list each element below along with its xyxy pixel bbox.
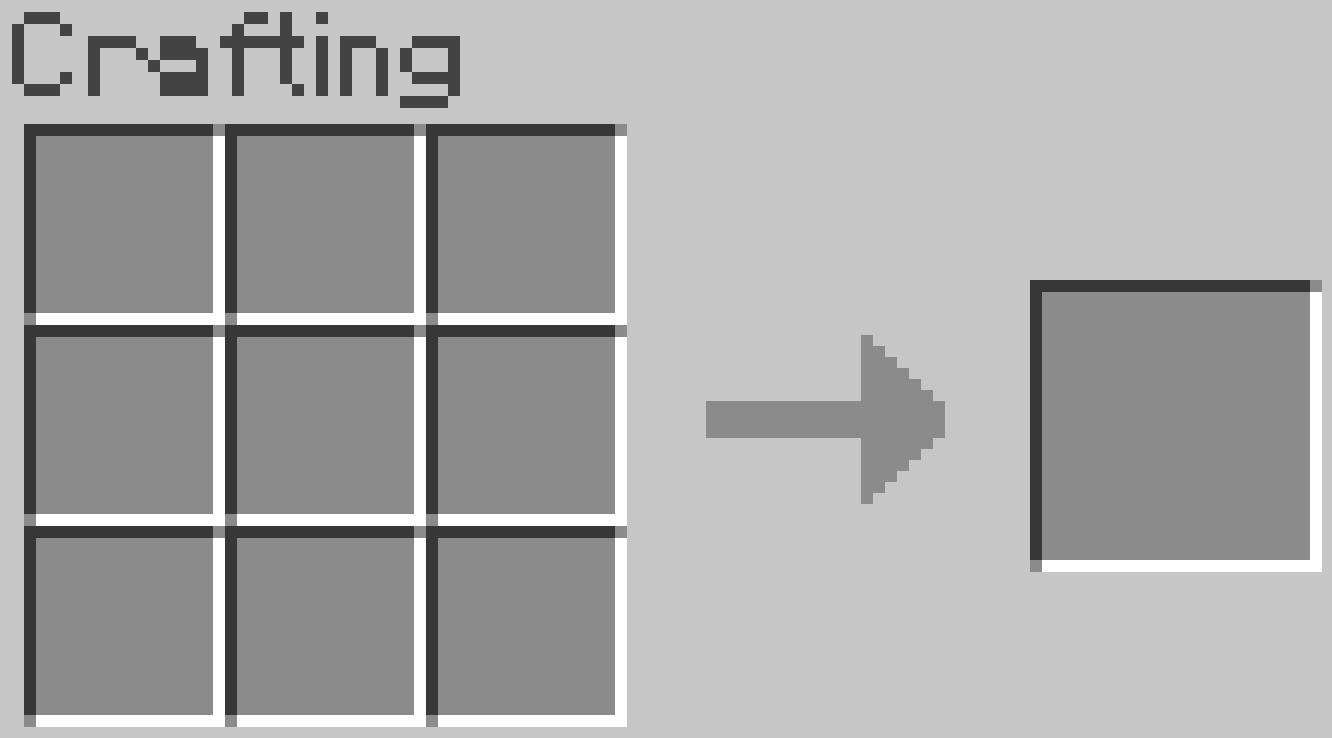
slot-fill <box>438 136 615 313</box>
crafting-slot-2-2[interactable] <box>426 526 627 727</box>
slot-corner-top-right <box>213 325 225 337</box>
slot-bevel-right <box>213 136 225 325</box>
slot-bevel-right <box>213 337 225 526</box>
crafting-slot-1-2[interactable] <box>426 325 627 526</box>
slot-bevel-left <box>24 325 36 514</box>
slot-bevel-top <box>24 325 213 337</box>
slot-corner-top-right <box>1310 280 1322 292</box>
slot-bevel-top <box>225 124 414 136</box>
slot-corner-bottom-left <box>225 715 237 727</box>
crafting-slot-0-1[interactable] <box>225 124 426 325</box>
slot-fill <box>237 538 414 715</box>
slot-corner-bottom-left <box>225 313 237 325</box>
crafting-slot-2-1[interactable] <box>225 526 426 727</box>
slot-bevel-left <box>24 526 36 715</box>
slot-bevel-top <box>24 124 213 136</box>
slot-bevel-left <box>426 124 438 313</box>
slot-bevel-bottom <box>237 715 426 727</box>
slot-bevel-top <box>225 526 414 538</box>
slot-bevel-bottom <box>438 313 627 325</box>
slot-bevel-top <box>426 325 615 337</box>
crafting-slot-0-0[interactable] <box>24 124 225 325</box>
slot-corner-top-right <box>414 325 426 337</box>
slot-bevel-left <box>225 325 237 514</box>
slot-bevel-right <box>615 538 627 727</box>
slot-bevel-top <box>1030 280 1310 292</box>
slot-bevel-bottom <box>438 715 627 727</box>
slot-fill <box>237 136 414 313</box>
slot-bevel-right <box>615 337 627 526</box>
slot-bevel-left <box>426 325 438 514</box>
crafting-table-screen: Crafting <box>0 0 1332 738</box>
page-title-bitmap-text <box>12 12 460 108</box>
slot-corner-bottom-left <box>426 313 438 325</box>
crafting-slot-0-2[interactable] <box>426 124 627 325</box>
slot-corner-top-right <box>615 124 627 136</box>
slot-corner-bottom-left <box>426 514 438 526</box>
slot-fill <box>438 538 615 715</box>
slot-corner-bottom-left <box>225 514 237 526</box>
slot-corner-top-right <box>615 325 627 337</box>
page-title: Crafting <box>0 0 560 110</box>
slot-bevel-right <box>414 136 426 325</box>
slot-fill <box>36 337 213 514</box>
slot-bevel-left <box>1030 280 1042 560</box>
slot-bevel-left <box>225 526 237 715</box>
slot-corner-bottom-left <box>24 313 36 325</box>
slot-bevel-top <box>225 325 414 337</box>
slot-bevel-left <box>24 124 36 313</box>
crafting-result-slot[interactable] <box>1030 280 1322 572</box>
slot-bevel-top <box>426 124 615 136</box>
slot-corner-bottom-left <box>24 514 36 526</box>
slot-corner-top-right <box>213 526 225 538</box>
crafting-slot-1-0[interactable] <box>24 325 225 526</box>
slot-corner-top-right <box>414 124 426 136</box>
slot-fill <box>36 136 213 313</box>
crafting-slot-1-1[interactable] <box>225 325 426 526</box>
slot-bevel-left <box>426 526 438 715</box>
slot-corner-top-right <box>414 526 426 538</box>
slot-bevel-right <box>414 538 426 727</box>
slot-bevel-bottom <box>36 715 225 727</box>
slot-bevel-bottom <box>36 514 225 526</box>
slot-bevel-bottom <box>438 514 627 526</box>
slot-corner-top-right <box>213 124 225 136</box>
slot-bevel-right <box>414 337 426 526</box>
slot-bevel-left <box>225 124 237 313</box>
slot-fill <box>237 337 414 514</box>
slot-bevel-right <box>615 136 627 325</box>
slot-bevel-top <box>426 526 615 538</box>
slot-bevel-bottom <box>36 313 225 325</box>
slot-bevel-right <box>1310 292 1322 572</box>
slot-corner-bottom-left <box>1030 560 1042 572</box>
slot-fill <box>438 337 615 514</box>
slot-corner-top-right <box>615 526 627 538</box>
arrow-right-glyph <box>706 335 945 504</box>
slot-bevel-bottom <box>237 514 426 526</box>
slot-fill <box>1042 292 1310 560</box>
slot-fill <box>36 538 213 715</box>
slot-corner-bottom-left <box>426 715 438 727</box>
arrow-right-icon <box>706 335 954 505</box>
slot-bevel-right <box>213 538 225 727</box>
slot-bevel-bottom <box>1042 560 1322 572</box>
slot-corner-bottom-left <box>24 715 36 727</box>
slot-bevel-bottom <box>237 313 426 325</box>
slot-bevel-top <box>24 526 213 538</box>
crafting-grid <box>24 124 627 727</box>
crafting-slot-2-0[interactable] <box>24 526 225 727</box>
